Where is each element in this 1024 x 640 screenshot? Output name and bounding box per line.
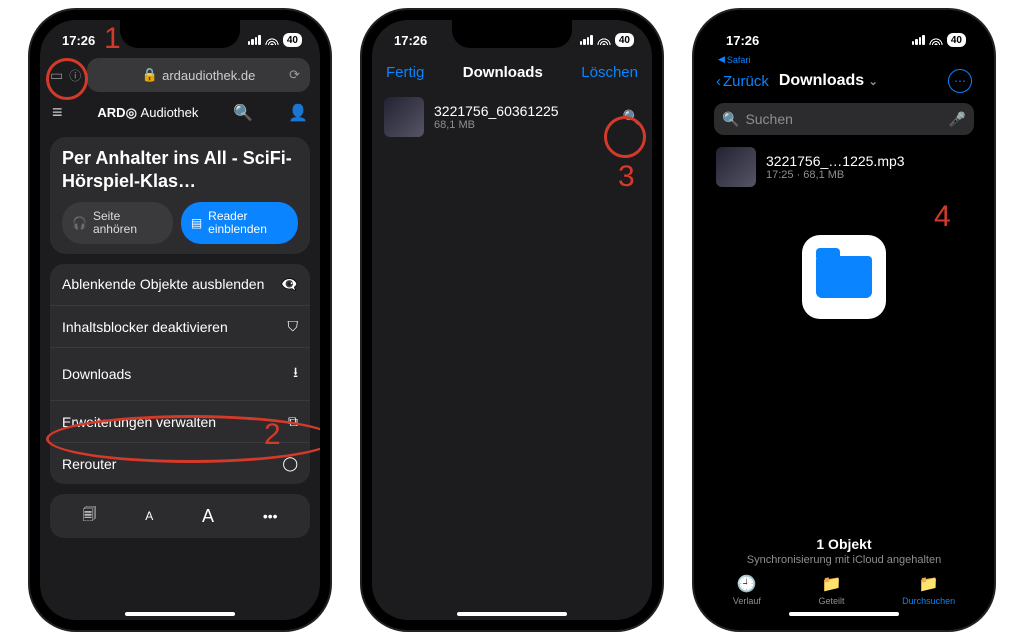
home-indicator[interactable] [789, 612, 899, 616]
url-text: ardaudiothek.de [162, 68, 255, 83]
signal-icon [248, 35, 261, 45]
profile-icon[interactable]: 👤 [288, 103, 308, 123]
hamburger-icon[interactable]: ≡ [52, 102, 63, 123]
reader-panel: Per Anhalter ins All - SciFi-Hörspiel-Kl… [50, 137, 310, 254]
site-header: ≡ ARD◎ Audiothek 🔍 👤 [40, 96, 320, 129]
mic-icon[interactable]: 🎤 [949, 111, 966, 128]
status-time: 17:26 [62, 33, 95, 48]
route-icon: ◯ [282, 455, 298, 472]
object-count: 1 Objekt [704, 536, 984, 552]
tab-browse[interactable]: 📁 Durchsuchen [902, 574, 955, 606]
page-title: Per Anhalter ins All - SciFi-Hörspiel-Kl… [62, 147, 298, 192]
shared-folder-icon: 📁 [822, 574, 842, 594]
downloads-title: Downloads [463, 64, 543, 81]
files-app-icon [802, 235, 886, 319]
download-filename: 3221756_60361225 [434, 103, 613, 119]
status-time: 17:26 [726, 33, 759, 48]
battery-icon: 40 [947, 33, 966, 47]
screen-downloads-sheet: 3 17:26 ☾ 40 Fertig Downloads Löschen 32… [372, 20, 652, 620]
menu-disable-blockers[interactable]: Inhaltsblocker deaktivieren ⛉ [50, 306, 310, 348]
screen-safari-menu: 1 2 17:26 ☾ 40 ▭ ⓘ 🔒 ardaudiothek.de ⟳ ≡ [40, 20, 320, 620]
phone-2: 3 17:26 ☾ 40 Fertig Downloads Löschen 32… [362, 10, 662, 630]
files-tabbar: 🕘 Verlauf 📁 Geteilt 📁 Durchsuchen [704, 574, 984, 606]
screen-files-app: 4 17:26 ☾ 40 ◀ Safari ‹ Zurück Downloads… [704, 20, 984, 620]
ard-logo[interactable]: ARD◎ Audiothek [97, 105, 198, 121]
folder-icon [816, 256, 872, 298]
clear-button[interactable]: Löschen [581, 64, 638, 81]
more-icon[interactable]: ••• [263, 508, 278, 524]
tab-shared[interactable]: 📁 Geteilt [818, 574, 844, 606]
reader-icon: ▤ [191, 216, 202, 230]
menu-downloads[interactable]: Downloads ⭳ [50, 348, 310, 401]
page-tools: 🗐 A A ••• [50, 494, 310, 538]
file-thumbnail [716, 147, 756, 187]
done-button[interactable]: Fertig [386, 64, 424, 81]
download-icon: ⭳ [293, 362, 298, 386]
text-bigger-button[interactable]: A [202, 506, 214, 527]
battery-icon: 40 [283, 33, 302, 47]
download-thumbnail [384, 97, 424, 137]
search-icon: 🔍 [722, 111, 739, 128]
download-filesize: 68,1 MB [434, 119, 613, 131]
more-button[interactable]: ⋯ [948, 69, 972, 93]
status-right: 40 [248, 33, 302, 47]
chevron-down-icon: ⌄ [869, 76, 878, 88]
signal-icon [912, 35, 925, 45]
menu-hide-distractions[interactable]: Ablenkende Objekte ausblenden 👁‍🗨 [50, 264, 310, 306]
wifi-icon [597, 35, 611, 45]
downloads-nav: Fertig Downloads Löschen [372, 54, 652, 91]
reload-icon[interactable]: ⟳ [289, 67, 300, 83]
notch [452, 20, 572, 48]
annotation-number-1: 1 [104, 22, 121, 56]
search-placeholder: Suchen [745, 111, 792, 127]
wifi-icon [929, 35, 943, 45]
lock-icon: 🔒 [142, 67, 158, 83]
headphones-icon: 🎧 [72, 216, 87, 230]
home-indicator[interactable] [125, 612, 235, 616]
annotation-number-3: 3 [618, 160, 635, 194]
tab-recent[interactable]: 🕘 Verlauf [733, 574, 761, 606]
annotation-number-2: 2 [264, 418, 281, 452]
notch [784, 20, 904, 48]
text-smaller-button[interactable]: A [145, 509, 153, 523]
home-indicator[interactable] [457, 612, 567, 616]
signal-icon [580, 35, 593, 45]
page-search-icon[interactable]: 🗐 [82, 504, 96, 528]
phone-3: 4 17:26 ☾ 40 ◀ Safari ‹ Zurück Downloads… [694, 10, 994, 630]
annotation-circle-3 [604, 116, 646, 158]
shield-off-icon: ⛉ [288, 318, 299, 335]
back-button[interactable]: ‹ Zurück [716, 73, 769, 90]
url-bar[interactable]: 🔒 ardaudiothek.de ⟳ [87, 58, 310, 92]
wifi-icon [265, 35, 279, 45]
phone-1: 1 2 17:26 ☾ 40 ▭ ⓘ 🔒 ardaudiothek.de ⟳ ≡ [30, 10, 330, 630]
listen-page-button[interactable]: 🎧 Seite anhören [62, 202, 173, 244]
search-icon[interactable]: 🔍 [233, 103, 253, 123]
battery-icon: 40 [615, 33, 634, 47]
folder-icon: 📁 [919, 574, 939, 594]
status-time: 17:26 [394, 33, 427, 48]
folder-title[interactable]: Downloads ⌄ [779, 72, 942, 90]
annotation-number-4: 4 [934, 200, 951, 234]
return-to-safari[interactable]: ◀ Safari [704, 54, 984, 65]
eye-off-icon: 👁‍🗨 [281, 276, 298, 293]
sync-status: Synchronisierung mit iCloud angehalten [704, 554, 984, 566]
notch [120, 20, 240, 48]
file-meta: 17:25 · 68,1 MB [766, 169, 905, 181]
file-row[interactable]: 3221756_…1225.mp3 17:25 · 68,1 MB [704, 139, 984, 195]
show-reader-button[interactable]: ▤ Reader einblenden [181, 202, 298, 244]
search-input[interactable]: 🔍 Suchen 🎤 [714, 103, 974, 135]
file-name: 3221756_…1225.mp3 [766, 153, 905, 169]
annotation-circle-1 [46, 58, 88, 100]
clock-icon: 🕘 [737, 574, 757, 594]
files-nav: ‹ Zurück Downloads ⌄ ⋯ [704, 65, 984, 99]
